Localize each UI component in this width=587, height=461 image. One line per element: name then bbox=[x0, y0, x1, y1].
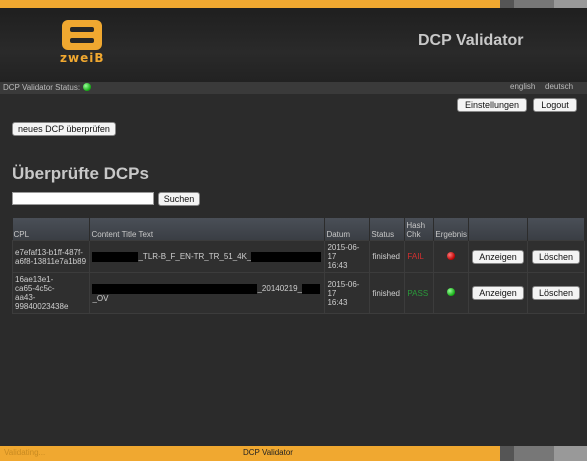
footer-seg bbox=[500, 446, 514, 461]
zweib-logo-icon bbox=[62, 20, 102, 50]
delete-button[interactable]: Löschen bbox=[531, 286, 580, 300]
cpl-cell: e7efaf13-b1ff-487f-a6f8-13811e7a1b89 bbox=[11, 240, 91, 273]
search-input[interactable] bbox=[12, 192, 154, 205]
lang-english-link[interactable]: english bbox=[510, 82, 535, 91]
col-action-delete bbox=[527, 218, 586, 241]
col-cpl: CPL bbox=[12, 218, 91, 241]
cpl-cell: 16ae13e1- ca65-4c5c-aa43-99840023438e bbox=[11, 272, 91, 314]
status-cell: finished bbox=[369, 272, 406, 314]
redacted-block bbox=[301, 283, 320, 294]
col-datum: Datum bbox=[324, 218, 371, 241]
new-dcp-button[interactable]: neues DCP überprüfen bbox=[12, 122, 116, 136]
top-accent-seg bbox=[500, 0, 514, 8]
result-cell bbox=[433, 272, 469, 314]
view-cell: Anzeigen bbox=[467, 240, 528, 273]
status-bar: DCP Validator Status: english deutsch bbox=[0, 82, 587, 94]
lang-deutsch-link[interactable]: deutsch bbox=[545, 82, 573, 91]
table-row: e7efaf13-b1ff-487f-a6f8-13811e7a1b89 _TL… bbox=[11, 240, 586, 273]
delete-cell: Löschen bbox=[526, 272, 586, 314]
result-fail-icon bbox=[447, 251, 456, 260]
top-accent-seg bbox=[554, 0, 587, 8]
logout-button[interactable]: Logout bbox=[533, 98, 577, 112]
col-action-view bbox=[468, 218, 528, 241]
col-status: Status bbox=[369, 218, 406, 241]
status-label: DCP Validator Status: bbox=[3, 83, 81, 92]
status-cell: finished bbox=[369, 240, 406, 273]
top-accent-seg bbox=[514, 0, 554, 8]
col-ergebnis: Ergebnis bbox=[433, 218, 469, 241]
content-title-cell: _TLR-B_F_EN-TR_TR_51_4K_ bbox=[89, 240, 326, 273]
footer-label: DCP Validator bbox=[243, 448, 293, 457]
dcp-table: CPL Content Title Text Datum Status Hash… bbox=[11, 218, 586, 314]
view-button[interactable]: Anzeigen bbox=[472, 286, 524, 300]
footer-bar: Validating... DCP Validator bbox=[0, 446, 587, 461]
redacted-block bbox=[92, 251, 139, 262]
result-cell bbox=[433, 240, 469, 273]
table-row: 16ae13e1- ca65-4c5c-aa43-99840023438e _20… bbox=[11, 272, 586, 314]
redacted-block bbox=[92, 283, 258, 294]
top-accent-bar bbox=[0, 0, 587, 8]
footer-faint-text: Validating... bbox=[4, 448, 46, 457]
result-pass-icon bbox=[447, 288, 456, 296]
table-header-row: CPL Content Title Text Datum Status Hash… bbox=[12, 218, 586, 241]
view-cell: Anzeigen bbox=[467, 272, 528, 314]
footer-seg bbox=[514, 446, 554, 461]
content-title-cell: _20140219__OV bbox=[89, 272, 326, 314]
logo-text: zweiB bbox=[60, 51, 105, 65]
date-cell: 2015-06-17 16:43 bbox=[324, 272, 371, 314]
top-accent-orange bbox=[0, 0, 500, 8]
app-header: zweiB DCP Validator bbox=[0, 8, 587, 82]
page-title: Überprüfte DCPs bbox=[12, 164, 149, 183]
date-cell: 2015-06-17 16:43 bbox=[324, 240, 371, 273]
delete-cell: Löschen bbox=[526, 240, 586, 273]
hash-chk-cell: FAIL bbox=[404, 240, 435, 273]
search-button[interactable]: Suchen bbox=[158, 192, 200, 206]
col-content-title: Content Title Text bbox=[89, 218, 326, 241]
settings-button[interactable]: Einstellungen bbox=[457, 98, 527, 112]
hash-chk-cell: PASS bbox=[404, 272, 435, 314]
col-hash-chk: Hash Chk bbox=[404, 218, 435, 241]
delete-button[interactable]: Löschen bbox=[531, 249, 580, 264]
footer-seg bbox=[554, 446, 587, 461]
redacted-block bbox=[251, 251, 322, 262]
status-ok-icon bbox=[83, 83, 91, 91]
app-title: DCP Validator bbox=[418, 32, 524, 49]
view-button[interactable]: Anzeigen bbox=[472, 249, 524, 264]
